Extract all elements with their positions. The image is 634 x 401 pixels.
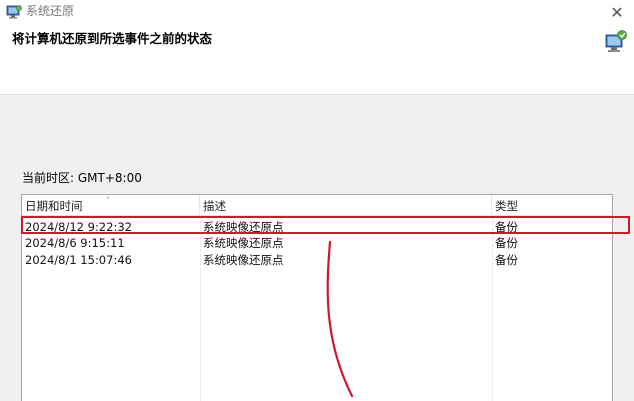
column-header-date[interactable]: 日期和时间 ˇ — [22, 195, 200, 215]
sort-down-icon: ˇ — [106, 197, 111, 207]
row-type: 备份 — [495, 253, 518, 267]
row-date: 2024/8/6 9:15:11 — [25, 236, 125, 250]
column-header-description[interactable]: 描述 — [200, 195, 492, 215]
timezone-label: 当前时区: GMT+8:00 — [22, 171, 142, 185]
close-button[interactable]: ✕ — [600, 0, 634, 24]
list-header: 日期和时间 ˇ 描述 类型 — [22, 195, 612, 216]
table-row[interactable]: 2024/8/1 15:07:46 系统映像还原点 备份 — [22, 251, 612, 269]
page-title: 将计算机还原到所选事件之前的状态 — [12, 31, 213, 46]
row-description: 系统映像还原点 — [203, 236, 284, 250]
computer-restore-icon — [605, 30, 627, 52]
column-header-date-label: 日期和时间 — [25, 199, 83, 213]
row-type: 备份 — [495, 236, 518, 250]
window-title: 系统还原 — [26, 4, 75, 18]
wizard-header: 将计算机还原到所选事件之前的状态 — [0, 24, 634, 95]
row-description: 系统映像还原点 — [203, 253, 284, 267]
row-date: 2024/8/1 15:07:46 — [25, 253, 132, 267]
table-row[interactable]: 2024/8/6 9:15:11 系统映像还原点 备份 — [22, 234, 612, 252]
column-header-type-label: 类型 — [495, 199, 518, 213]
column-header-type[interactable]: 类型 — [492, 195, 612, 215]
system-restore-icon — [6, 5, 22, 19]
column-header-description-label: 描述 — [203, 199, 226, 213]
title-bar: 系统还原 ✕ — [0, 0, 634, 24]
restore-point-list[interactable]: 日期和时间 ˇ 描述 类型 2024/8/12 9:22:32 系统映像还原点 … — [21, 194, 613, 401]
close-icon: ✕ — [610, 2, 624, 22]
